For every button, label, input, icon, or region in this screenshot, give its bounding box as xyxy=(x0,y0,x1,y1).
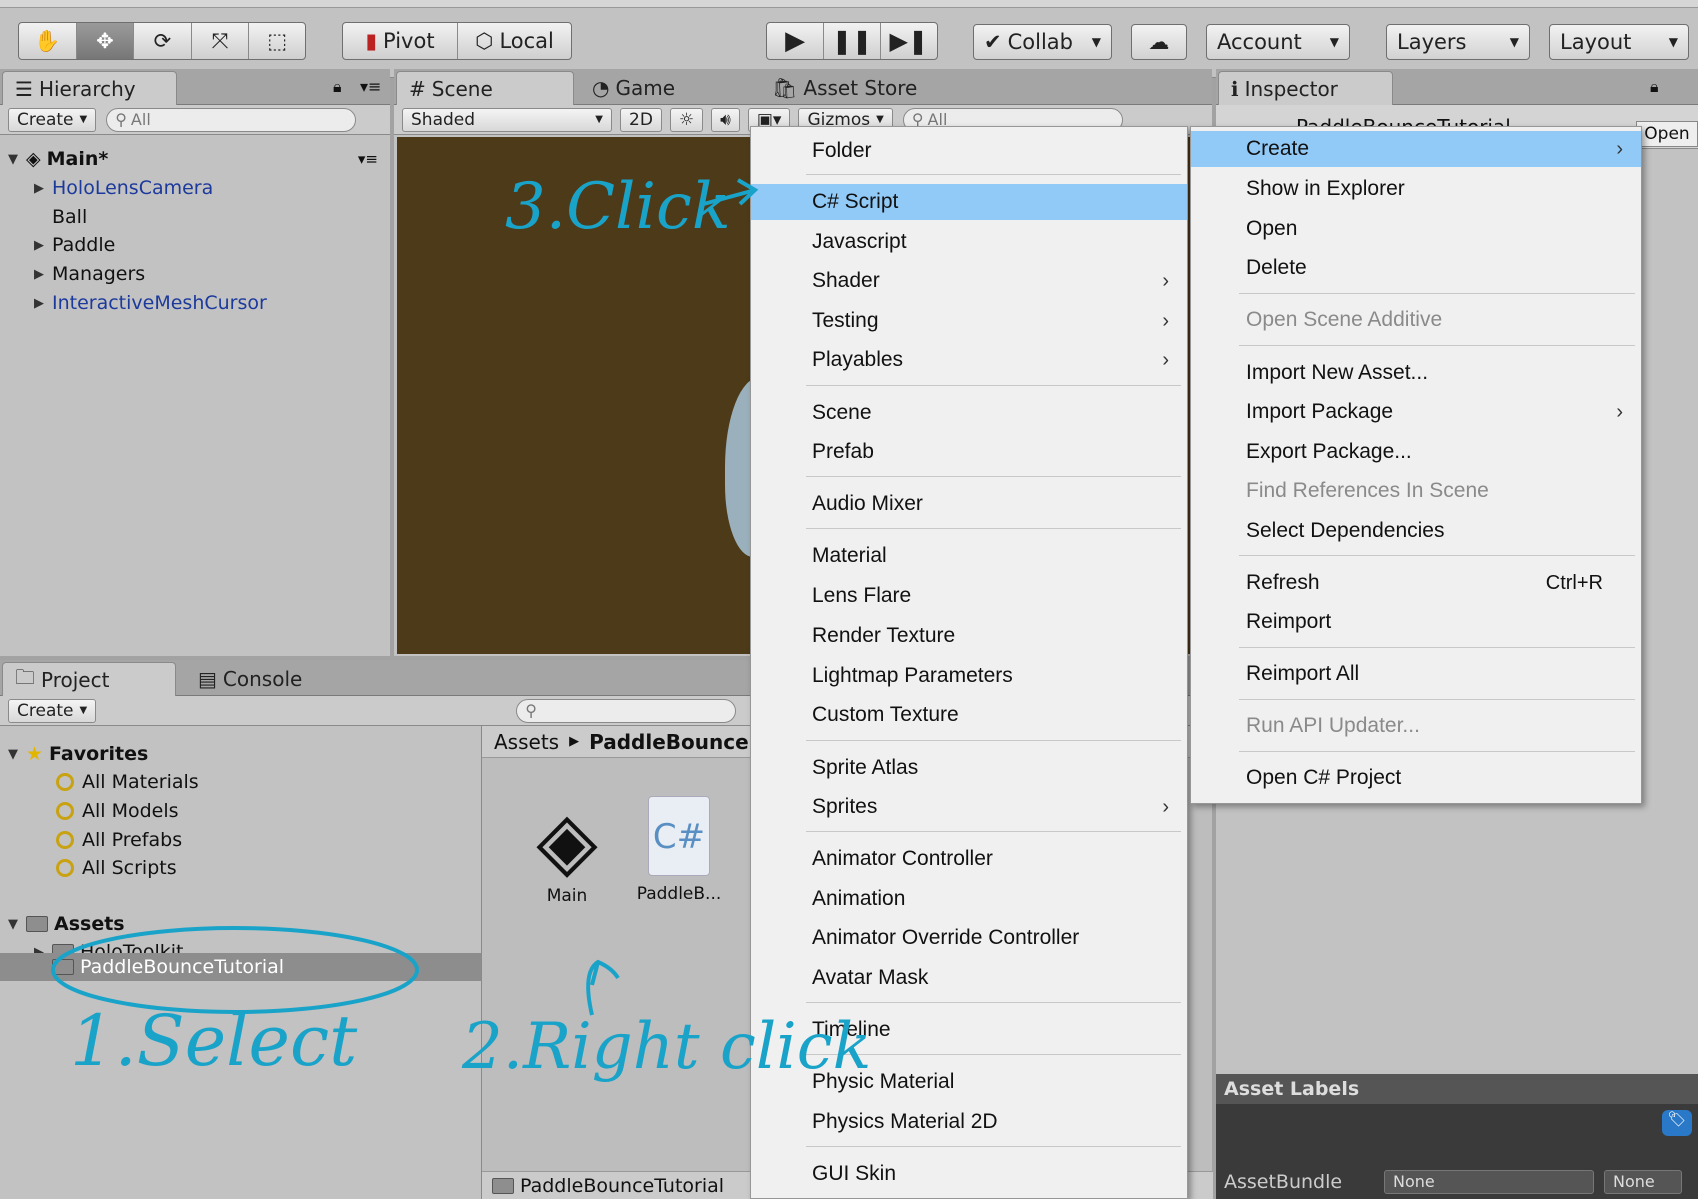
arrow-annotation xyxy=(699,178,759,207)
annotation-overlay xyxy=(51,178,759,1016)
arrow-annotation xyxy=(586,959,620,1016)
selection-circle-annotation xyxy=(51,926,419,1014)
